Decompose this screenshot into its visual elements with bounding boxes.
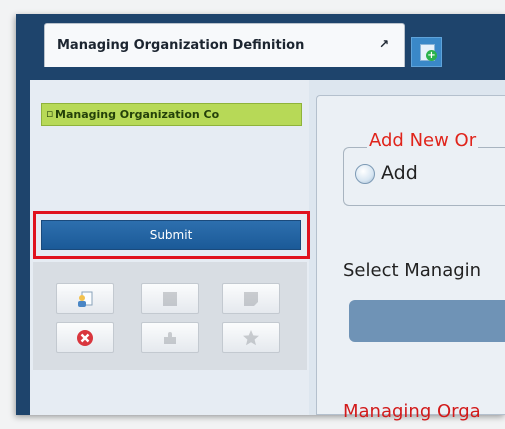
star-icon: [243, 330, 259, 346]
grid-button[interactable]: [141, 283, 199, 314]
user-document-button[interactable]: [56, 283, 114, 314]
note-button[interactable]: [222, 283, 280, 314]
tab-label: Managing Organization Definition: [57, 38, 305, 53]
grid-icon: [163, 292, 177, 306]
plus-icon: +: [426, 50, 437, 61]
select-managing-dropdown[interactable]: [349, 300, 505, 342]
managing-organization-label: Managing Orga: [343, 401, 481, 422]
submit-highlight-box: [33, 211, 310, 259]
action-toolbar: [33, 262, 307, 370]
new-tab-button[interactable]: +: [411, 37, 442, 67]
add-radio-label: Add: [381, 162, 418, 184]
tree-bullet-icon: ▫: [46, 107, 54, 120]
tab-popout-icon[interactable]: ↗: [379, 37, 389, 51]
group-legend: Add New Or: [367, 130, 479, 151]
add-radio-button[interactable]: [355, 164, 375, 184]
select-managing-label: Select Managin: [343, 260, 482, 281]
puzzle-button[interactable]: [141, 322, 199, 353]
tree-item-managing-organization[interactable]: ▫ Managing Organization Co: [41, 103, 302, 126]
user-document-icon: [78, 291, 93, 307]
star-button[interactable]: [222, 322, 280, 353]
puzzle-icon: [164, 332, 176, 344]
cancel-icon: [77, 330, 93, 346]
note-icon: [244, 292, 258, 306]
tab-managing-organization-definition[interactable]: Managing Organization Definition ↗: [44, 23, 405, 67]
cancel-button[interactable]: [56, 322, 114, 353]
tree-item-label: Managing Organization Co: [55, 108, 220, 121]
